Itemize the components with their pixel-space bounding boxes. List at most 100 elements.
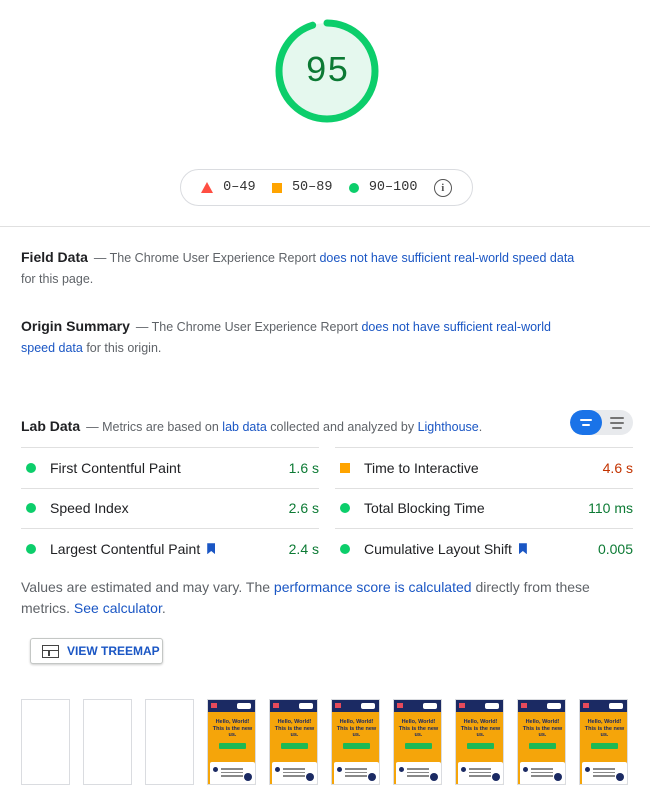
view-treemap-label: VIEW TREEMAP bbox=[67, 644, 160, 658]
metric-time-to-interactive: Time to Interactive 4.6 s bbox=[335, 447, 633, 488]
metric-value: 0.005 bbox=[597, 540, 633, 557]
field-data-section: Field Data — The Chrome User Experience R… bbox=[21, 247, 581, 290]
filmstrip-frame-loaded: Hello, World! This is the new us. bbox=[517, 699, 566, 785]
thumb-button bbox=[591, 743, 618, 749]
estimate-note: Values are estimated and may vary. The p… bbox=[21, 577, 621, 618]
thumb-header bbox=[270, 700, 317, 712]
thumb-header bbox=[456, 700, 503, 712]
thumb-card bbox=[520, 762, 565, 784]
compact-view-icon-line bbox=[581, 424, 590, 426]
bookmark-icon[interactable] bbox=[207, 543, 216, 555]
metric-label: First Contentful Paint bbox=[50, 459, 181, 476]
metric-label-wrap: Largest Contentful Paint bbox=[50, 541, 289, 557]
metric-label-wrap: Cumulative Layout Shift bbox=[364, 541, 598, 557]
metric-cumulative-layout-shift: Cumulative Layout Shift 0.005 bbox=[335, 528, 633, 569]
lab-data-middle: collected and analyzed by bbox=[266, 420, 418, 434]
metric-value: 2.6 s bbox=[288, 500, 319, 517]
filmstrip-frame-loaded: Hello, World! This is the new us. bbox=[579, 699, 628, 785]
metric-largest-contentful-paint: Largest Contentful Paint 2.4 s bbox=[21, 528, 319, 569]
lab-data-link[interactable]: lab data bbox=[222, 420, 266, 434]
thumb-header bbox=[580, 700, 627, 712]
legend-average: 50–89 bbox=[271, 180, 333, 195]
lab-data-prefix: — Metrics are based on bbox=[86, 420, 223, 434]
legend-fail-label: 0–49 bbox=[223, 180, 256, 195]
metric-row: First Contentful Paint 1.6 s Time to Int… bbox=[21, 447, 633, 488]
filmstrip-frame-loaded: Hello, World! This is the new us. bbox=[331, 699, 380, 785]
thumb-headline: Hello, World! This is the new us. bbox=[212, 719, 253, 738]
thumb-headline: Hello, World! This is the new us. bbox=[336, 719, 377, 738]
score-value: 95 bbox=[305, 50, 349, 92]
metric-value: 2.4 s bbox=[288, 540, 319, 557]
thumb-button bbox=[529, 743, 556, 749]
metric-label: Time to Interactive bbox=[364, 459, 479, 476]
calculator-link[interactable]: See calculator bbox=[74, 600, 162, 616]
lab-data-header: Lab Data — Metrics are based on lab data … bbox=[21, 416, 482, 438]
thumb-header bbox=[208, 700, 255, 712]
performance-score-link[interactable]: performance score is calculated bbox=[274, 579, 472, 595]
thumb-button bbox=[281, 743, 308, 749]
expanded-view-button[interactable] bbox=[602, 410, 634, 435]
pass-circle-icon bbox=[340, 503, 350, 514]
thumb-lines bbox=[531, 768, 553, 778]
thumb-headline: Hello, World! This is the new us. bbox=[274, 719, 315, 738]
field-data-title: Field Data bbox=[21, 249, 88, 265]
thumb-headline: Hello, World! This is the new us. bbox=[522, 719, 563, 738]
origin-summary-suffix: for this origin. bbox=[82, 341, 162, 355]
origin-summary-section: Origin Summary — The Chrome User Experien… bbox=[21, 316, 581, 359]
pass-circle-icon bbox=[26, 543, 36, 554]
lab-data-suffix: . bbox=[478, 420, 483, 434]
thumb-button bbox=[405, 743, 432, 749]
view-treemap-button[interactable]: VIEW TREEMAP bbox=[30, 638, 163, 664]
expanded-view-icon-line bbox=[612, 426, 623, 429]
info-icon[interactable]: i bbox=[433, 178, 452, 197]
filmstrip-frame-loaded: Hello, World! This is the new us. bbox=[455, 699, 504, 785]
note-prefix: Values are estimated and may vary. The bbox=[21, 579, 274, 595]
field-data-link[interactable]: does not have sufficient real-world spee… bbox=[319, 251, 574, 265]
thumb-button bbox=[467, 743, 494, 749]
legend-average-label: 50–89 bbox=[291, 180, 333, 195]
thumb-button bbox=[343, 743, 370, 749]
metric-label: Largest Contentful Paint bbox=[50, 540, 201, 557]
legend-pass: 90–100 bbox=[348, 180, 418, 195]
lab-data-title: Lab Data bbox=[21, 418, 81, 434]
metric-row: Largest Contentful Paint 2.4 s Cumulativ… bbox=[21, 528, 633, 569]
thumb-card bbox=[334, 762, 379, 784]
section-divider bbox=[0, 226, 650, 227]
metric-label: Cumulative Layout Shift bbox=[364, 540, 512, 557]
metric-first-contentful-paint: First Contentful Paint 1.6 s bbox=[21, 447, 319, 488]
filmstrip-frame-blank bbox=[145, 699, 194, 785]
pass-circle-icon bbox=[26, 462, 36, 473]
origin-summary-prefix: — The Chrome User Experience Report bbox=[135, 320, 362, 334]
compact-view-button[interactable] bbox=[570, 410, 602, 435]
thumb-header bbox=[518, 700, 565, 712]
thumb-lines bbox=[407, 768, 429, 778]
thumb-lines bbox=[345, 768, 367, 778]
average-square-icon bbox=[271, 182, 282, 193]
legend-pass-label: 90–100 bbox=[368, 180, 418, 195]
metric-total-blocking-time: Total Blocking Time 110 ms bbox=[335, 487, 633, 529]
thumb-headline: Hello, World! This is the new us. bbox=[398, 719, 439, 738]
metric-label: Speed Index bbox=[50, 500, 129, 517]
thumb-card bbox=[458, 762, 503, 784]
metric-label: Total Blocking Time bbox=[364, 500, 485, 517]
bookmark-icon[interactable] bbox=[518, 543, 527, 555]
performance-score-gauge: 95 bbox=[272, 16, 382, 126]
thumb-card bbox=[272, 762, 317, 784]
thumb-header bbox=[332, 700, 379, 712]
treemap-icon bbox=[42, 644, 59, 658]
filmstrip-frame-blank bbox=[21, 699, 70, 785]
score-legend: 0–49 50–89 90–100 i bbox=[180, 169, 473, 206]
compact-view-icon bbox=[579, 419, 592, 421]
expanded-view-icon bbox=[610, 416, 625, 419]
filmstrip-frame-loaded: Hello, World! This is the new us. bbox=[269, 699, 318, 785]
filmstrip: Hello, World! This is the new us. Hello, … bbox=[21, 699, 628, 785]
metric-view-toggle[interactable] bbox=[570, 410, 633, 435]
pass-circle-icon bbox=[348, 182, 359, 193]
filmstrip-frame-blank bbox=[83, 699, 132, 785]
field-data-prefix: — The Chrome User Experience Report bbox=[93, 251, 320, 265]
thumb-lines bbox=[469, 768, 491, 778]
lab-metrics-grid: First Contentful Paint 1.6 s Time to Int… bbox=[21, 447, 633, 569]
metric-value: 1.6 s bbox=[288, 459, 319, 476]
thumb-card bbox=[210, 762, 255, 784]
lighthouse-link[interactable]: Lighthouse bbox=[418, 420, 479, 434]
